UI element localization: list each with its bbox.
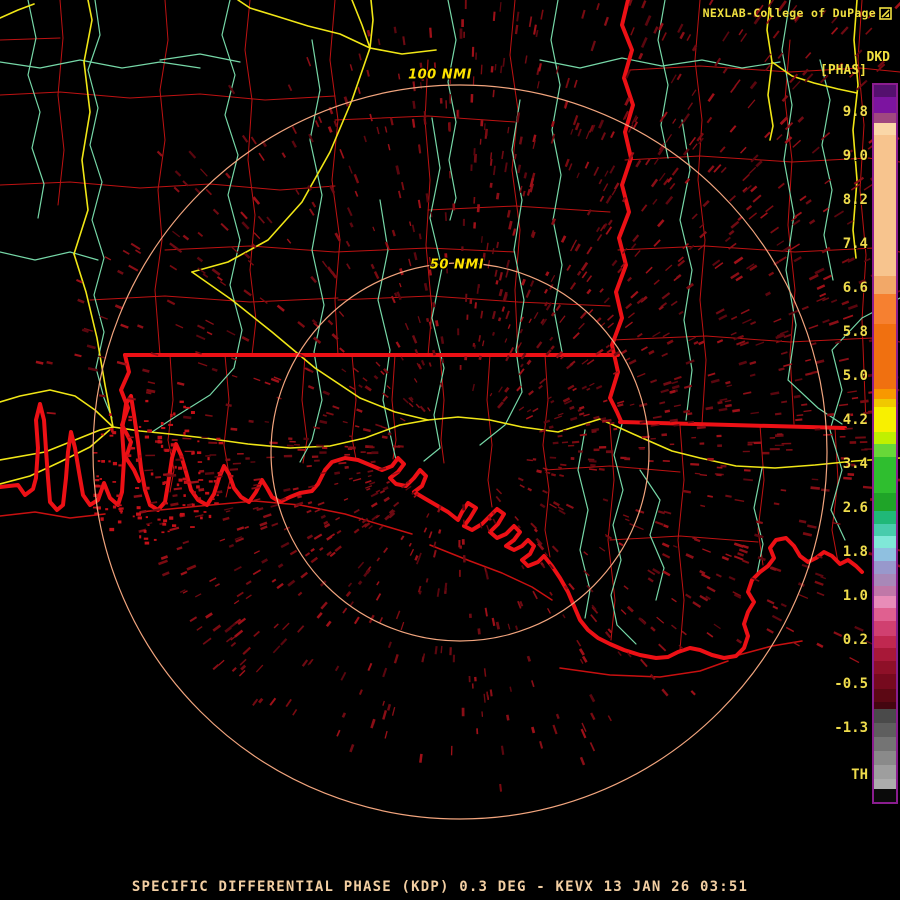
colorbar-band (874, 586, 896, 597)
colorbar-band (874, 524, 896, 537)
range-ring-label: 50 NMI (429, 257, 485, 273)
range-rings (92, 84, 828, 820)
colorbar-tick-label: 9.8 (842, 104, 868, 120)
colorbar-band (874, 596, 896, 609)
colorbar-band (874, 561, 896, 575)
colorbar-tick-label: 1.0 (842, 588, 868, 604)
colorbar-band (874, 113, 896, 124)
colorbar-band (874, 688, 896, 702)
colorbar-band (874, 674, 896, 689)
colorbar-band (874, 548, 896, 562)
colorbar-band (874, 511, 896, 525)
colorbar-tick-label: TH (851, 767, 868, 783)
colorbar-band (874, 750, 896, 765)
colorbar-band (874, 97, 896, 114)
colorbar-band (874, 275, 896, 294)
colorbar-band (874, 398, 896, 407)
colorbar-band (874, 388, 896, 399)
product-code-label: DKD (866, 50, 890, 65)
colorbar-tick-label: 9.0 (842, 148, 868, 164)
colorbar-band (874, 536, 896, 549)
colorbar-tick-label: -1.3 (834, 720, 868, 736)
colorbar-band (874, 636, 896, 649)
colorbar-band (874, 701, 896, 709)
colorbar-band (874, 574, 896, 587)
colorbar-band (874, 493, 896, 512)
units-label: [PHAS] (820, 63, 867, 78)
colorbar-tick-label: 6.6 (842, 280, 868, 296)
colorbar-tick-label: 3.4 (842, 456, 868, 472)
colorbar-band (874, 406, 896, 432)
radar-map-canvas (0, 0, 900, 820)
colorbar-band (874, 608, 896, 622)
colorbar-band (874, 778, 896, 789)
radar-display: NEXLAB-College of DuPage DKD [PHAS] 9.8 9… (0, 0, 900, 900)
range-ring-label: 100 NMI (408, 67, 472, 83)
colorbar-band (874, 456, 896, 494)
colorbar-band (874, 123, 896, 136)
state-borders (119, 0, 847, 483)
brand-label: NEXLAB-College of DuPage (702, 6, 876, 20)
colorbar-band (874, 764, 896, 779)
colorbar-tick-label: 5.8 (842, 324, 868, 340)
colorbar-band (874, 621, 896, 637)
colorbar-tick-label: -0.5 (834, 676, 868, 692)
colorbar-band (874, 323, 896, 389)
brand-text: NEXLAB-College of DuPage (703, 6, 892, 20)
colorbar-tick-label: 8.2 (842, 192, 868, 208)
colorbar-band (874, 788, 896, 802)
colorbar-tick-label: 5.0 (842, 368, 868, 384)
colorbar-tick-label: 0.2 (842, 632, 868, 648)
colorbar-band (874, 135, 896, 276)
colorbar (872, 83, 898, 804)
colorbar-band (874, 722, 896, 737)
colorbar-band (874, 443, 896, 457)
colorbar-band (874, 736, 896, 751)
colorbar-band (874, 293, 896, 324)
colorbar-band (874, 85, 896, 98)
product-title: SPECIFIC DIFFERENTIAL PHASE (KDP) 0.3 DE… (131, 879, 749, 895)
colorbar-tick-label: 4.2 (842, 412, 868, 428)
colorbar-tick-label: 7.4 (842, 236, 868, 252)
colorbar-band (874, 648, 896, 662)
colorbar-band (874, 431, 896, 444)
cod-logo-icon (879, 6, 892, 20)
colorbar-tick-label: 1.8 (842, 544, 868, 560)
colorbar-band (874, 661, 896, 675)
colorbar-band (874, 708, 896, 723)
colorbar-tick-label: 2.6 (842, 500, 868, 516)
